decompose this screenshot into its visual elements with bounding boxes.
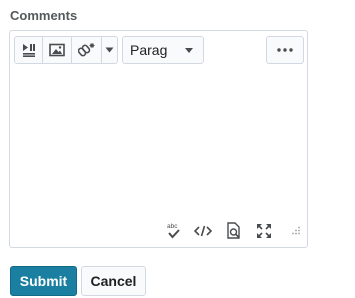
submit-button[interactable]: Submit (10, 266, 77, 296)
cancel-button[interactable]: Cancel (81, 266, 146, 296)
expand-icon (257, 224, 271, 238)
link-sparkle-icon (77, 43, 95, 57)
preview-icon (227, 222, 240, 239)
insert-quicklink-button[interactable] (72, 37, 101, 63)
format-select[interactable]: Parag (122, 36, 204, 64)
abc-check-icon: abc (167, 223, 180, 239)
svg-text:abc: abc (167, 223, 178, 230)
insert-stuff-button[interactable] (15, 37, 42, 63)
image-icon (49, 43, 65, 57)
more-actions-button[interactable] (266, 36, 304, 64)
more-insert-options-button[interactable] (102, 37, 117, 63)
editor-status-bar: abc (10, 221, 307, 241)
format-select-value: Parag (130, 42, 168, 58)
editor-content-area[interactable] (11, 69, 306, 214)
ellipsis-icon (277, 48, 293, 52)
preview-button[interactable] (224, 221, 244, 241)
fullscreen-button[interactable] (254, 221, 274, 241)
chevron-down-icon (105, 47, 114, 53)
code-icon (194, 225, 212, 237)
spellcheck-button[interactable]: abc (164, 221, 184, 241)
insert-image-button[interactable] (43, 37, 70, 63)
source-code-button[interactable] (193, 221, 213, 241)
comments-heading: Comments (10, 8, 78, 23)
resize-grip-icon (292, 226, 300, 235)
caret-down-icon (185, 48, 193, 53)
media-play-list-icon (22, 44, 35, 57)
comments-editor: Parag abc (9, 30, 308, 248)
insert-toolbar-group (14, 36, 118, 64)
resize-handle[interactable] (285, 221, 305, 241)
